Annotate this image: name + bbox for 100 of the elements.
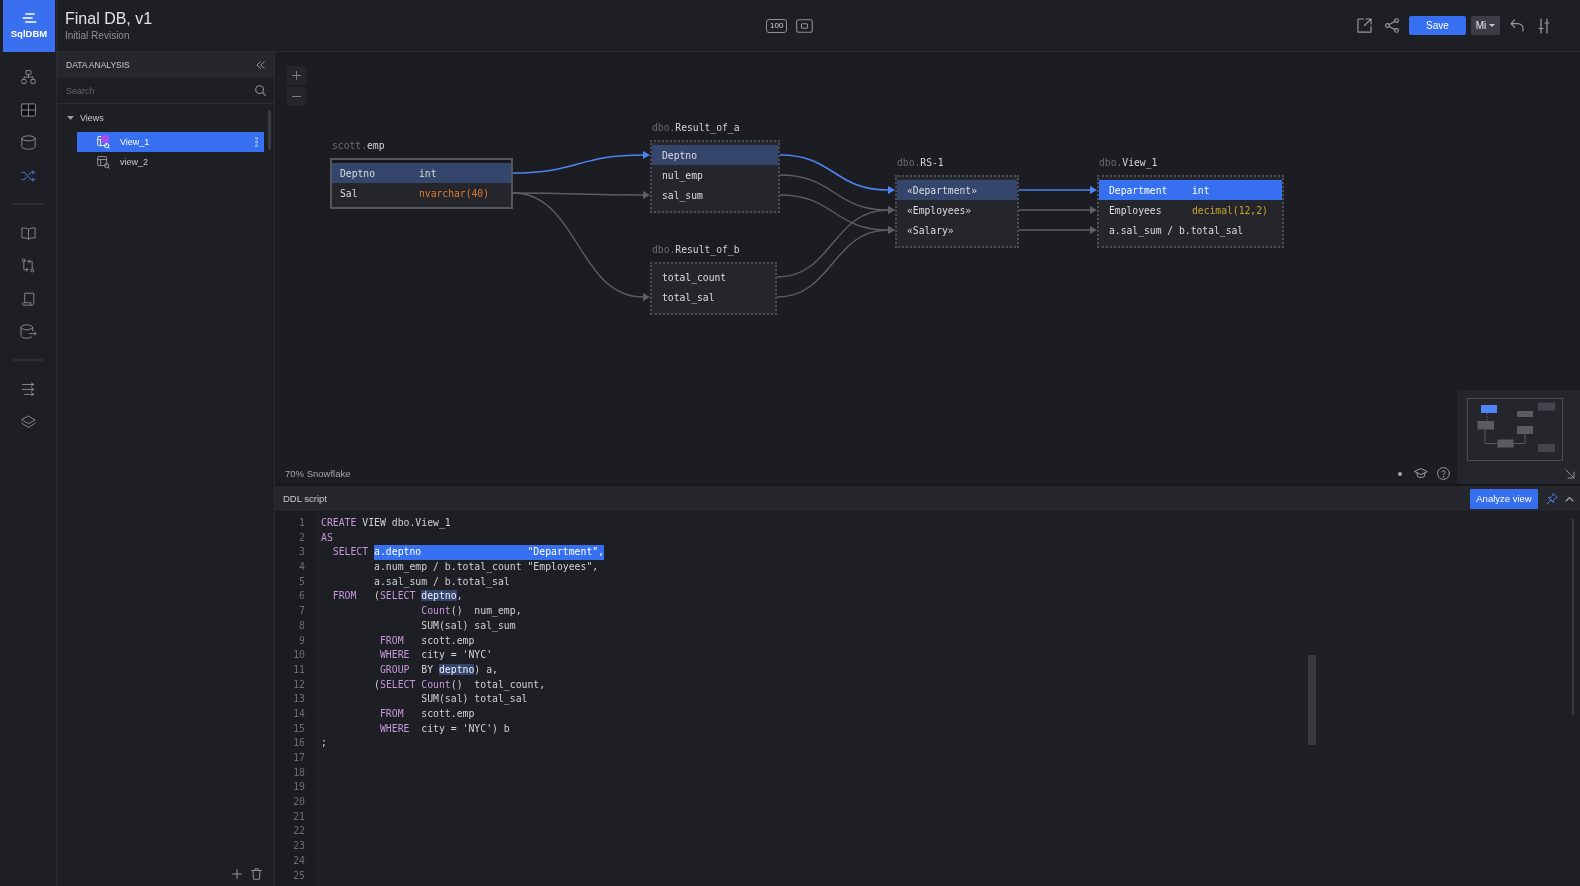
graduation-cap-icon[interactable] [1414,468,1428,479]
save-button[interactable]: Save [1409,16,1466,35]
add-icon[interactable] [232,869,242,879]
tree-item[interactable]: View_1 [77,132,264,152]
code-line: a.sal_sum / b.total_sal [374,575,510,587]
column-row[interactable]: nul_emp [652,165,778,185]
line-number: 14 [293,707,305,719]
share-icon[interactable] [1385,18,1399,33]
line-number: 6 [299,590,305,602]
line-number: 15 [293,722,305,734]
hierarchy-icon[interactable] [20,69,36,84]
tree-item[interactable]: Views [57,108,266,128]
column-row[interactable]: total_sal [652,287,775,307]
external-link-icon[interactable] [1357,18,1372,33]
grid-icon[interactable] [20,102,36,117]
column-row[interactable]: Department int [1099,180,1282,200]
line-number: 19 [293,781,305,793]
schema-label: dbo. [897,156,921,170]
chevron-up-icon[interactable] [1565,495,1574,502]
schema-label: dbo. [1099,156,1123,168]
layers-icon[interactable] [20,414,36,429]
line-number: 25 [293,869,305,881]
code-line: WHERE city = 'NYC') b [379,722,510,734]
arrow-down-right-icon[interactable] [1565,469,1575,479]
table-node[interactable]: Deptno nul_emp sal_sum [650,140,780,213]
database-export-icon[interactable] [19,324,37,339]
logo-button[interactable]: SqlDBM [3,0,55,52]
column-row[interactable]: Employees decimal(12,2) [1099,200,1282,220]
code-line: SUM(sal) sal_sum [421,619,516,631]
window-subtitle: Initial Revision [65,30,130,42]
book-icon[interactable] [20,225,36,240]
scroll-icon[interactable] [21,291,35,306]
column-row[interactable]: «Department» [897,180,1017,200]
line-number: 2 [299,531,305,543]
column-name: sal_sum [662,189,703,201]
undo-icon[interactable] [1510,19,1524,32]
trash-icon[interactable] [251,868,262,880]
help-icon[interactable] [1437,467,1450,480]
column-type: nvarchar(40) [419,187,489,199]
plus-icon [292,71,301,80]
column-name: a.sal_sum / b.total_sal [1109,224,1244,236]
column-name: Department [1109,184,1168,196]
table-node[interactable]: Deptno int Sal nvarchar(40) [330,158,513,209]
code-line: GROUP BY deptno) a, [379,663,498,675]
zoom-out-button[interactable] [287,87,306,106]
table-node[interactable]: total_count total_sal [650,262,777,315]
line-number: 16 [293,737,305,749]
tree-item[interactable]: view_2 [77,152,264,172]
line-number: 18 [293,766,305,778]
zoom-in-button[interactable] [287,66,306,85]
scrollbar-thumb[interactable] [1308,655,1316,745]
column-row[interactable]: sal_sum [652,185,778,205]
line-number: 23 [293,840,305,852]
code-line: SELECT a.deptno "Department", [332,546,605,558]
compare-arrows-icon[interactable] [21,258,35,273]
column-row[interactable]: Sal nvarchar(40) [332,183,511,203]
column-row[interactable]: total_count [652,267,775,287]
more-icon[interactable] [255,137,258,147]
column-type: decimal(12,2) [1192,204,1268,216]
line-number: 21 [293,810,305,822]
status-text: 70% Snowflake [285,468,351,479]
code-line: a.num_emp / b.total_count "Employees", [374,561,599,573]
column-name: «Employees» [907,204,972,216]
column-type: int [1192,184,1210,196]
panel-title: DATA ANALYSIS [66,60,130,70]
user-menu-button[interactable]: Mi [1471,16,1500,35]
arrows-list-icon[interactable] [21,381,35,396]
code-line: Count() num_emp, [421,605,522,617]
minimap[interactable] [1467,398,1563,461]
column-row[interactable]: Deptno [652,145,778,165]
column-name: «Department» [907,184,977,196]
code-line: FROM scott.emp [379,634,475,646]
column-type: int [419,167,437,179]
column-row[interactable]: «Salary» [897,220,1017,240]
caret-icon[interactable] [67,116,74,120]
code-line: (SELECT Count() total_count, [374,678,546,690]
column-row[interactable]: a.sal_sum / b.total_sal [1099,220,1282,240]
zoom-reset-button[interactable]: 100 [766,18,788,33]
table-node[interactable]: Department int Employees decimal(12,2) a.sal_sum / b.total_sal [1097,175,1284,248]
column-row[interactable]: Deptno int [332,163,511,183]
frame-icon[interactable] [796,18,814,33]
pin-icon[interactable] [1546,492,1558,505]
sliders-icon[interactable] [1538,17,1550,34]
database-icon[interactable] [20,135,36,150]
analyze-view-button[interactable]: Analyze view [1470,488,1538,509]
caret-icon [1489,24,1496,27]
line-number: 12 [293,678,305,690]
chevrons-left-icon[interactable] [256,61,265,69]
code-line: ; [321,737,327,749]
shuffle-icon[interactable] [21,168,35,183]
view-icon [97,135,110,149]
view-icon [97,155,110,169]
line-number: 10 [293,649,305,661]
table-node[interactable]: «Department» «Employees» «Salary» [895,175,1019,248]
search-field[interactable]: Search [66,82,249,99]
dot-icon[interactable] [1398,472,1402,476]
column-row[interactable]: «Employees» [897,200,1017,220]
menu-icon [21,13,37,23]
schema-label: dbo. [652,243,676,257]
code-line: FROM (SELECT deptno, [332,590,463,602]
